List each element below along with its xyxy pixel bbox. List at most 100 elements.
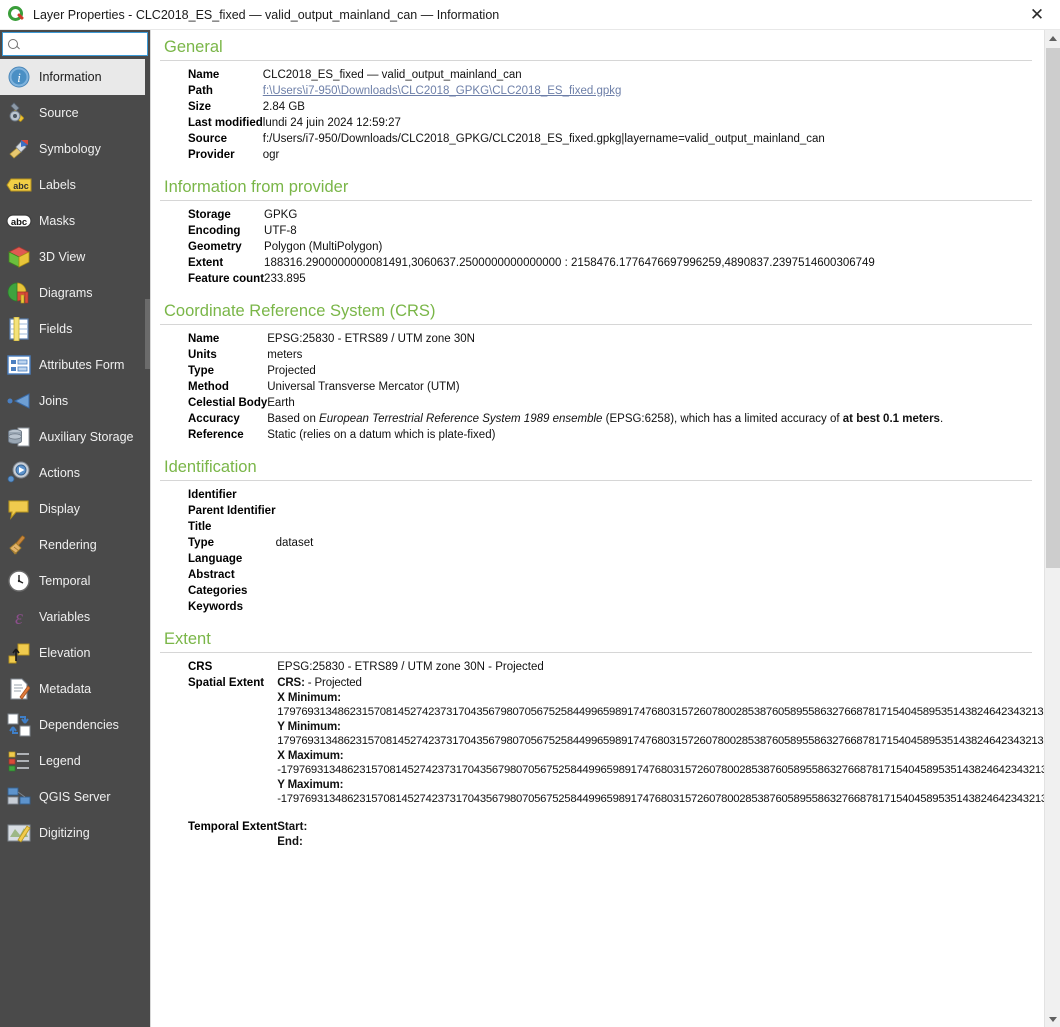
sidebar-item-label: Dependencies: [39, 718, 119, 732]
sidebar-item-information[interactable]: i Information: [0, 59, 150, 95]
wrench-icon: [6, 100, 32, 126]
row-key: Abstract: [188, 569, 235, 581]
table-row: Feature count 233.895: [188, 272, 875, 288]
row-key: Units: [188, 349, 217, 361]
row-value: UTF-8: [264, 225, 297, 237]
row-key: Celestial Body: [188, 397, 268, 409]
sidebar-item-symbology[interactable]: Symbology: [0, 131, 150, 167]
section-crs: Coordinate Reference System (CRS) Name E…: [160, 302, 1044, 444]
svg-text:abc: abc: [13, 181, 29, 191]
server-icon: [6, 784, 32, 810]
sidebar-item-actions[interactable]: Actions: [0, 455, 150, 491]
x-minimum-value: 1797693134862315708145274237317043567980…: [277, 706, 1044, 718]
table-row: Type dataset: [188, 536, 313, 552]
window-titlebar: Layer Properties - CLC2018_ES_fixed — va…: [0, 0, 1060, 30]
section-title-general: General: [164, 38, 223, 56]
table-row: Reference Static (relies on a datum whic…: [188, 428, 943, 444]
spatial-crs-label: CRS:: [277, 677, 305, 689]
row-key: Parent Identifier: [188, 505, 276, 517]
sidebar-item-qgis-server[interactable]: QGIS Server: [0, 779, 150, 815]
sidebar-item-variables[interactable]: ε Variables: [0, 599, 150, 635]
sidebar-item-attributes-form[interactable]: Attributes Form: [0, 347, 150, 383]
table-row: Keywords: [188, 600, 313, 616]
table-row: Provider ogr: [188, 148, 825, 164]
row-value: [276, 584, 314, 600]
sidebar-item-label: Temporal: [39, 574, 91, 588]
dialog-body: i Information Source Symbology abc Label…: [0, 30, 1060, 1027]
sidebar-item-diagrams[interactable]: Diagrams: [0, 275, 150, 311]
row-value: meters: [267, 349, 303, 361]
database-icon: [6, 424, 32, 450]
sidebar-item-legend[interactable]: Legend: [0, 743, 150, 779]
table-row: Method Universal Transverse Mercator (UT…: [188, 380, 943, 396]
table-row: Type Projected: [188, 364, 943, 380]
sidebar-item-label: Attributes Form: [39, 358, 125, 372]
sidebar-item-fields[interactable]: Fields: [0, 311, 150, 347]
sidebar-item-masks[interactable]: abc Masks: [0, 203, 150, 239]
accuracy-value: at best 0.1 meters: [842, 413, 940, 425]
x-minimum-label: X Minimum:: [277, 691, 341, 704]
table-row: Geometry Polygon (MultiPolygon): [188, 240, 875, 256]
row-value: 188316.2900000000081491,3060637.25000000…: [264, 257, 875, 269]
info-icon: i: [6, 64, 32, 90]
sidebar-item-source[interactable]: Source: [0, 95, 150, 131]
qgis-logo-icon: [8, 6, 25, 23]
sidebar-item-label: Information: [39, 70, 102, 84]
chart-pie-icon: [6, 280, 32, 306]
accuracy-suffix: .: [939, 413, 944, 425]
sidebar-search[interactable]: [2, 32, 179, 56]
path-link[interactable]: f:\Users\i7-950\Downloads\CLC2018_GPKG\C…: [263, 85, 622, 97]
table-row: Storage GPKG: [188, 208, 875, 224]
sidebar-item-joins[interactable]: Joins: [0, 383, 150, 419]
form-icon: [6, 352, 32, 378]
row-key: Last modified: [188, 117, 263, 129]
sidebar-item-display[interactable]: Display: [0, 491, 150, 527]
sidebar-item-digitizing[interactable]: Digitizing: [0, 815, 150, 851]
sidebar: i Information Source Symbology abc Label…: [0, 30, 179, 1027]
sidebar-item-label: Labels: [39, 178, 76, 192]
window-title: Layer Properties - CLC2018_ES_fixed — va…: [33, 7, 500, 22]
row-key: Accuracy: [188, 413, 240, 425]
row-value: dataset: [275, 537, 314, 549]
content-scrollbar[interactable]: [1044, 30, 1060, 1027]
sidebar-item-labels[interactable]: abc Labels: [0, 167, 150, 203]
content-area: General Name CLC2018_ES_fixed — valid_ou…: [150, 30, 1060, 1027]
row-key: Categories: [188, 585, 248, 597]
divider: [160, 324, 1032, 325]
table-row: CRS EPSG:25830 - ETRS89 / UTM zone 30N -…: [188, 660, 1022, 676]
sidebar-item-elevation[interactable]: Elevation: [0, 635, 150, 671]
row-key: Language: [188, 553, 243, 565]
sidebar-item-temporal[interactable]: Temporal: [0, 563, 150, 599]
sidebar-item-dependencies[interactable]: Dependencies: [0, 707, 150, 743]
row-value: [276, 568, 314, 584]
y-minimum-label: Y Minimum:: [277, 720, 341, 733]
scrollbar-thumb[interactable]: [1046, 48, 1060, 568]
row-value: [276, 520, 314, 536]
document-pencil-icon: [6, 676, 32, 702]
row-value: EPSG:25830 - ETRS89 / UTM zone 30N: [267, 333, 475, 345]
table-row: Source f:/Users/i7-950/Downloads/CLC2018…: [188, 132, 825, 148]
sidebar-item-rendering[interactable]: Rendering: [0, 527, 150, 563]
scroll-down-icon[interactable]: [1045, 1011, 1060, 1027]
scroll-up-icon[interactable]: [1045, 30, 1060, 46]
row-key: Temporal Extent: [188, 821, 278, 833]
sidebar-item-metadata[interactable]: Metadata: [0, 671, 150, 707]
sidebar-item-3d-view[interactable]: 3D View: [0, 239, 150, 275]
close-icon[interactable]: ✕: [1014, 0, 1060, 30]
temporal-start-label: Start:: [277, 821, 308, 833]
row-key: Encoding: [188, 225, 241, 237]
section-extent: Extent CRS EPSG:25830 - ETRS89 / UTM zon…: [160, 630, 1044, 851]
row-key: Name: [188, 333, 220, 345]
x-maximum-label: X Maximum:: [277, 749, 344, 762]
table-row: Language: [188, 552, 313, 568]
section-information-from-provider: Information from provider Storage GPKG E…: [160, 178, 1044, 288]
elevation-arrow-icon: [6, 640, 32, 666]
table-row-accuracy: Accuracy Based on European Terrestrial R…: [188, 412, 943, 428]
sidebar-item-auxiliary-storage[interactable]: Auxiliary Storage: [0, 419, 150, 455]
divider: [160, 60, 1032, 61]
row-key: Source: [188, 133, 227, 145]
clock-icon: [6, 568, 32, 594]
spatial-crs-value: - Projected: [304, 677, 362, 689]
section-title-identification: Identification: [164, 458, 257, 476]
row-key: Provider: [188, 149, 235, 161]
